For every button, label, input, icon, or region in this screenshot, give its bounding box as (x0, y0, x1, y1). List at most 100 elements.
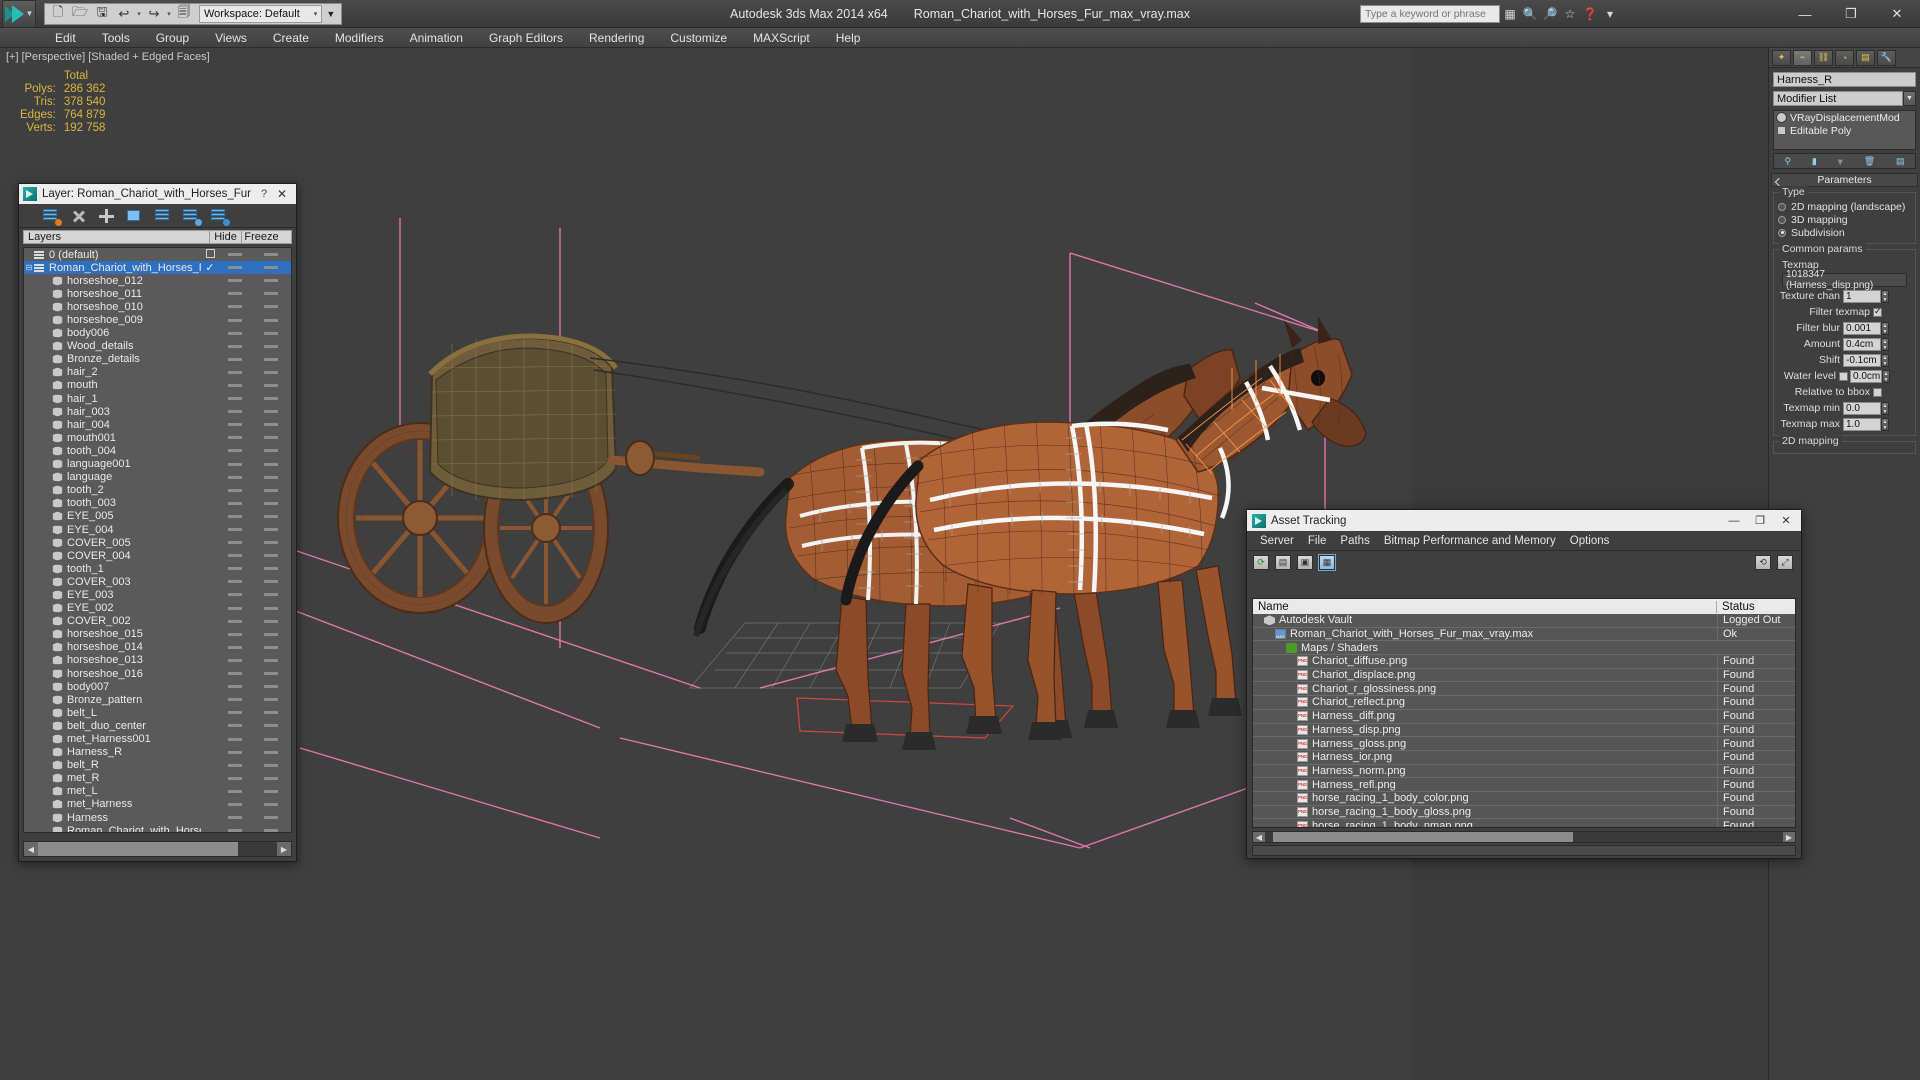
application-menu-button[interactable]: ▼ (2, 0, 36, 28)
asset-row[interactable]: Chariot_diffuse.png Found (1253, 655, 1795, 669)
field-shift[interactable]: Shift -0.1cm ▲ ▼ (1778, 353, 1911, 367)
layer-freeze-toggle[interactable] (251, 750, 291, 754)
layer-hide-toggle[interactable] (219, 501, 251, 505)
layer-freeze-toggle[interactable] (251, 475, 291, 479)
motion-tab[interactable]: ◔ (1835, 49, 1854, 66)
layer-hide-toggle[interactable] (219, 606, 251, 610)
layer-hide-toggle[interactable] (219, 554, 251, 558)
layer-hide-toggle[interactable] (219, 383, 251, 387)
radio-3d-mapping[interactable]: 3D mapping (1778, 213, 1911, 226)
layer-freeze-toggle[interactable] (251, 266, 291, 270)
layer-freeze-toggle[interactable] (251, 711, 291, 715)
new-layer-icon[interactable] (43, 208, 62, 226)
layer-hide-toggle[interactable] (219, 514, 251, 518)
layer-row[interactable]: Bronze_pattern (24, 693, 291, 706)
asset-row[interactable]: Chariot_reflect.png Found (1253, 696, 1795, 710)
layer-freeze-toggle[interactable] (251, 357, 291, 361)
layer-freeze-toggle[interactable] (251, 580, 291, 584)
column-status[interactable]: Status (1717, 601, 1795, 613)
modifier-stack-item-editable-poly[interactable]: Editable Poly (1774, 124, 1915, 137)
modifier-stack-item-vraydisplacementmod[interactable]: VRayDisplacementMod (1774, 111, 1915, 124)
layer-hide-toggle[interactable] (219, 632, 251, 636)
layer-row[interactable]: met_L (24, 785, 291, 798)
field-value[interactable]: 0.001 (1843, 321, 1881, 335)
layer-freeze-toggle[interactable] (251, 763, 291, 767)
layer-hide-toggle[interactable] (219, 593, 251, 597)
layer-freeze-toggle[interactable] (251, 645, 291, 649)
save-icon[interactable]: 🖫 (91, 4, 113, 24)
layer-horizontal-scrollbar[interactable]: ◀ ▶ (23, 841, 292, 857)
layer-row[interactable]: EYE_003 (24, 588, 291, 601)
filter-texmap-checkbox[interactable] (1873, 306, 1882, 317)
field-texture-chan[interactable]: Texture chan 1 ▲ ▼ (1778, 289, 1911, 303)
radio-2d-mapping[interactable]: 2D mapping (landscape) (1778, 200, 1911, 213)
layer-hide-toggle[interactable] (219, 475, 251, 479)
asset-row[interactable]: Autodesk Vault Logged Out (1253, 614, 1795, 628)
layer-row[interactable]: horseshoe_010 (24, 300, 291, 313)
open-file-icon[interactable]: 🗁 (69, 4, 91, 24)
layer-select-checkbox[interactable]: ✓ (201, 261, 219, 274)
object-name-field[interactable]: Harness_R (1773, 72, 1916, 87)
layer-hide-toggle[interactable] (219, 829, 251, 832)
layer-row[interactable]: horseshoe_015 (24, 628, 291, 641)
highlight-selected-objects-icon[interactable] (183, 208, 202, 226)
layer-row[interactable]: Bronze_details (24, 353, 291, 366)
asset-row[interactable]: Harness_ior.png Found (1253, 751, 1795, 765)
spinner-icon[interactable]: ▲ ▼ (1881, 289, 1889, 303)
spinner-icon[interactable]: ▲ ▼ (1881, 321, 1889, 335)
layer-row[interactable]: COVER_003 (24, 575, 291, 588)
field-value[interactable]: -0.1cm (1843, 353, 1881, 367)
search-area[interactable]: ▦ 🔍 🔎 ☆ ❓ ▾ (1360, 4, 1620, 24)
reference-coordinate-icon[interactable]: ▦ (1500, 4, 1520, 24)
menu-item-customize[interactable]: Customize (657, 28, 740, 48)
layer-row[interactable]: tooth_004 (24, 444, 291, 457)
layer-hide-toggle[interactable] (219, 541, 251, 545)
layer-hide-toggle[interactable] (219, 763, 251, 767)
scroll-thumb[interactable] (1273, 832, 1573, 842)
undo-icon[interactable]: ↩ (113, 4, 135, 24)
select-objects-in-layer-icon[interactable] (127, 209, 143, 223)
field-value[interactable]: 0.4cm (1843, 337, 1881, 351)
layer-row[interactable]: belt_R (24, 759, 291, 772)
relative-to-bbox-checkbox[interactable] (1873, 387, 1882, 397)
redo-icon[interactable]: ↪ (143, 4, 165, 24)
asset-row[interactable]: Harness_disp.png Found (1253, 723, 1795, 738)
layer-hide-toggle[interactable] (219, 488, 251, 492)
layer-hide-toggle[interactable] (219, 619, 251, 623)
layer-row[interactable]: Harness (24, 811, 291, 824)
layer-freeze-toggle[interactable] (251, 528, 291, 532)
layer-hide-toggle[interactable] (219, 567, 251, 571)
display-tab[interactable]: ▤ (1856, 49, 1875, 66)
layer-hide-toggle[interactable] (219, 397, 251, 401)
layer-freeze-toggle[interactable] (251, 449, 291, 453)
layer-hide-toggle[interactable] (219, 789, 251, 793)
minimize-button[interactable]: — (1721, 511, 1747, 531)
layer-row[interactable]: Harness_R (24, 746, 291, 759)
scroll-right-icon[interactable]: ▶ (277, 842, 291, 856)
asset-row[interactable]: horse_racing_1_body_color.png Found (1253, 792, 1795, 806)
layer-hide-toggle[interactable] (219, 370, 251, 374)
scroll-right-icon[interactable]: ▶ (1783, 832, 1795, 842)
spinner-icon[interactable]: ▲ ▼ (1881, 353, 1889, 367)
favorites-star-icon[interactable]: ☆ (1560, 4, 1580, 24)
layer-row[interactable]: horseshoe_011 (24, 287, 291, 300)
layer-row[interactable]: ⊟ Roman_Chariot_with_Horses_Fur ✓ (24, 261, 291, 275)
modifier-enable-icon[interactable] (1776, 112, 1787, 123)
layer-hide-toggle[interactable] (219, 737, 251, 741)
show-end-result-icon[interactable]: ▮ (1812, 156, 1817, 167)
layer-row[interactable]: met_R (24, 772, 291, 785)
layer-hide-toggle[interactable] (219, 802, 251, 806)
layer-freeze-toggle[interactable] (251, 776, 291, 780)
chevron-down-icon[interactable]: ▼ (1903, 91, 1916, 106)
menu-item-rendering[interactable]: Rendering (576, 28, 657, 48)
texmap-value-button[interactable]: 1018347 (Harness_disp.png) (1782, 269, 1907, 291)
add-layer-icon[interactable] (99, 208, 115, 223)
layer-freeze-toggle[interactable] (251, 501, 291, 505)
menu-item-help[interactable]: Help (823, 28, 874, 48)
pin-stack-icon[interactable]: ⚲ (1784, 156, 1791, 167)
layer-hide-toggle[interactable] (219, 292, 251, 296)
sync-icon[interactable]: ⟲ (1755, 554, 1771, 570)
layer-hide-toggle[interactable] (219, 645, 251, 649)
layer-hide-toggle[interactable] (219, 449, 251, 453)
layer-row[interactable]: met_Harness001 (24, 732, 291, 745)
